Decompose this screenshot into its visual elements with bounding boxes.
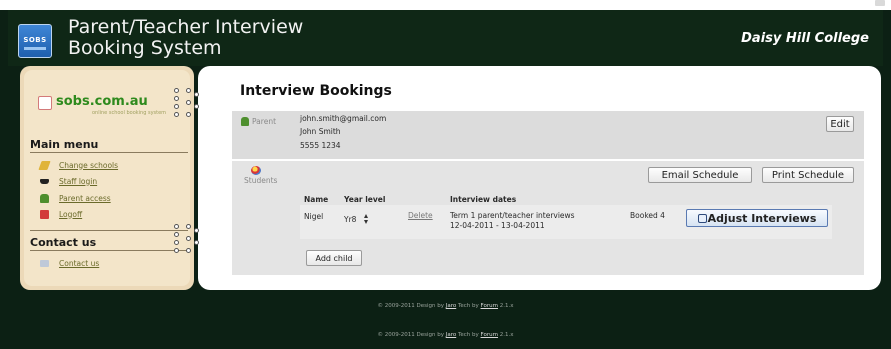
ring-icon <box>194 240 199 245</box>
ring-icon <box>186 88 191 93</box>
footer-mid: Tech by <box>457 332 479 338</box>
footer-tech-link[interactable]: Forum <box>481 303 498 309</box>
binder-rings-bottom <box>174 224 204 256</box>
footer-version: 2.1.x <box>499 332 514 338</box>
sobs-brand-icon <box>38 96 52 110</box>
contact-divider <box>30 230 188 231</box>
menu-item-contact-us[interactable]: Contact us <box>40 257 99 269</box>
ring-icon <box>174 88 179 93</box>
logoff-icon <box>40 209 49 219</box>
ring-icon <box>194 104 199 109</box>
pencil-icon <box>38 160 51 170</box>
sobs-brand-name: sobs.com.au <box>56 94 148 109</box>
menu-item-label[interactable]: Change schools <box>59 161 118 170</box>
email-schedule-button[interactable]: Email Schedule <box>648 167 752 183</box>
site-title-line2: Booking System <box>68 37 222 59</box>
site-title: Parent/Teacher Interview Booking System <box>68 17 303 59</box>
main-menu-divider <box>30 152 188 153</box>
binder-rings-top <box>174 88 204 120</box>
menu-item-change-schools[interactable]: Change schools <box>38 159 118 171</box>
page-title: Interview Bookings <box>240 83 392 99</box>
parent-icon <box>241 117 249 126</box>
footer-mid: Tech by <box>457 303 479 309</box>
menu-item-logoff[interactable]: Logoff <box>40 208 82 220</box>
add-child-button[interactable]: Add child <box>306 250 362 266</box>
parent-name: John Smith <box>300 127 341 136</box>
footer-prefix: © 2009-2011 Design by <box>377 332 444 338</box>
sidebar: sobs.com.au online school booking system… <box>20 66 194 290</box>
college-name: Daisy Hill College <box>741 31 869 46</box>
col-header-interview-dates: Interview dates <box>450 195 517 204</box>
footer-version: 2.1.x <box>499 303 514 309</box>
adjust-interviews-label: Adjust Interviews <box>707 211 817 225</box>
main-content: Interview Bookings Parent john.smith@gma… <box>198 66 881 290</box>
logo-bar-icon <box>24 47 46 50</box>
menu-item-label[interactable]: Logoff <box>59 210 82 219</box>
ring-icon <box>174 232 179 237</box>
menu-item-staff-login[interactable]: Staff login <box>40 175 97 187</box>
interview-term: Term 1 parent/teacher interviews <box>450 211 575 220</box>
adjust-interviews-button[interactable]: Adjust Interviews <box>686 209 828 227</box>
parent-phone: 5555 1234 <box>300 141 341 150</box>
ring-icon <box>186 100 191 105</box>
col-header-year-level: Year level <box>344 195 386 204</box>
ring-icon <box>186 248 191 253</box>
edit-parent-button[interactable]: Edit <box>826 116 854 132</box>
people-icon <box>40 193 49 203</box>
footer-line-2: © 2009-2011 Design by Jaro Tech by Forum… <box>0 332 891 338</box>
ring-icon <box>186 224 191 229</box>
ring-icon <box>174 224 179 229</box>
ring-icon <box>186 236 191 241</box>
print-schedule-button[interactable]: Print Schedule <box>762 167 854 183</box>
parent-email: john.smith@gmail.com <box>300 114 387 123</box>
parent-label: Parent <box>252 117 277 126</box>
site-title-line1: Parent/Teacher Interview <box>68 16 304 38</box>
sobs-brand-tagline: online school booking system <box>92 110 167 116</box>
col-header-name: Name <box>304 195 329 204</box>
ring-icon <box>174 112 179 117</box>
menu-item-parent-access[interactable]: Parent access <box>40 192 111 204</box>
menu-item-label[interactable]: Contact us <box>59 259 99 268</box>
ring-icon <box>186 112 191 117</box>
footer-line-1: © 2009-2011 Design by Jaro Tech by Forum… <box>0 303 891 309</box>
students-label: Students <box>244 176 278 185</box>
students-icon <box>251 166 261 175</box>
ring-icon <box>174 240 179 245</box>
sobs-logo[interactable]: SOBS <box>18 24 52 58</box>
footer-prefix: © 2009-2011 Design by <box>377 303 444 309</box>
table-row: Nigel Yr8 Delete Term 1 parent/teacher i… <box>300 205 832 239</box>
ring-icon <box>174 96 179 101</box>
menu-item-label[interactable]: Staff login <box>59 177 97 186</box>
logo-label: SOBS <box>23 36 47 44</box>
ring-icon <box>174 104 179 109</box>
window-control-icon[interactable] <box>875 0 885 6</box>
footer-design-link[interactable]: Jaro <box>446 332 457 338</box>
booked-count: Booked 4 <box>630 211 665 220</box>
menu-item-label[interactable]: Parent access <box>59 194 111 203</box>
ring-icon <box>174 248 179 253</box>
contact-heading: Contact us <box>30 236 97 249</box>
ring-icon <box>194 92 199 97</box>
envelope-icon <box>40 259 49 267</box>
footer-design-link[interactable]: Jaro <box>446 303 457 309</box>
parent-panel: Parent john.smith@gmail.com John Smith 5… <box>232 111 864 159</box>
adjust-icon <box>697 213 707 223</box>
hat-icon <box>40 178 49 184</box>
browser-top-strip <box>0 0 891 10</box>
ring-icon <box>194 228 199 233</box>
year-level-value[interactable]: Yr8 <box>344 215 356 224</box>
year-level-stepper-icon[interactable] <box>364 214 369 224</box>
interview-date-range: 12-04-2011 - 13-04-2011 <box>450 221 545 230</box>
delete-link[interactable]: Delete <box>408 211 433 220</box>
footer-tech-link[interactable]: Forum <box>481 332 498 338</box>
students-panel: Students Email Schedule Print Schedule N… <box>232 161 864 275</box>
contact-heading-divider <box>30 250 188 251</box>
student-name: Nigel <box>304 212 324 221</box>
main-menu-heading: Main menu <box>30 138 99 151</box>
